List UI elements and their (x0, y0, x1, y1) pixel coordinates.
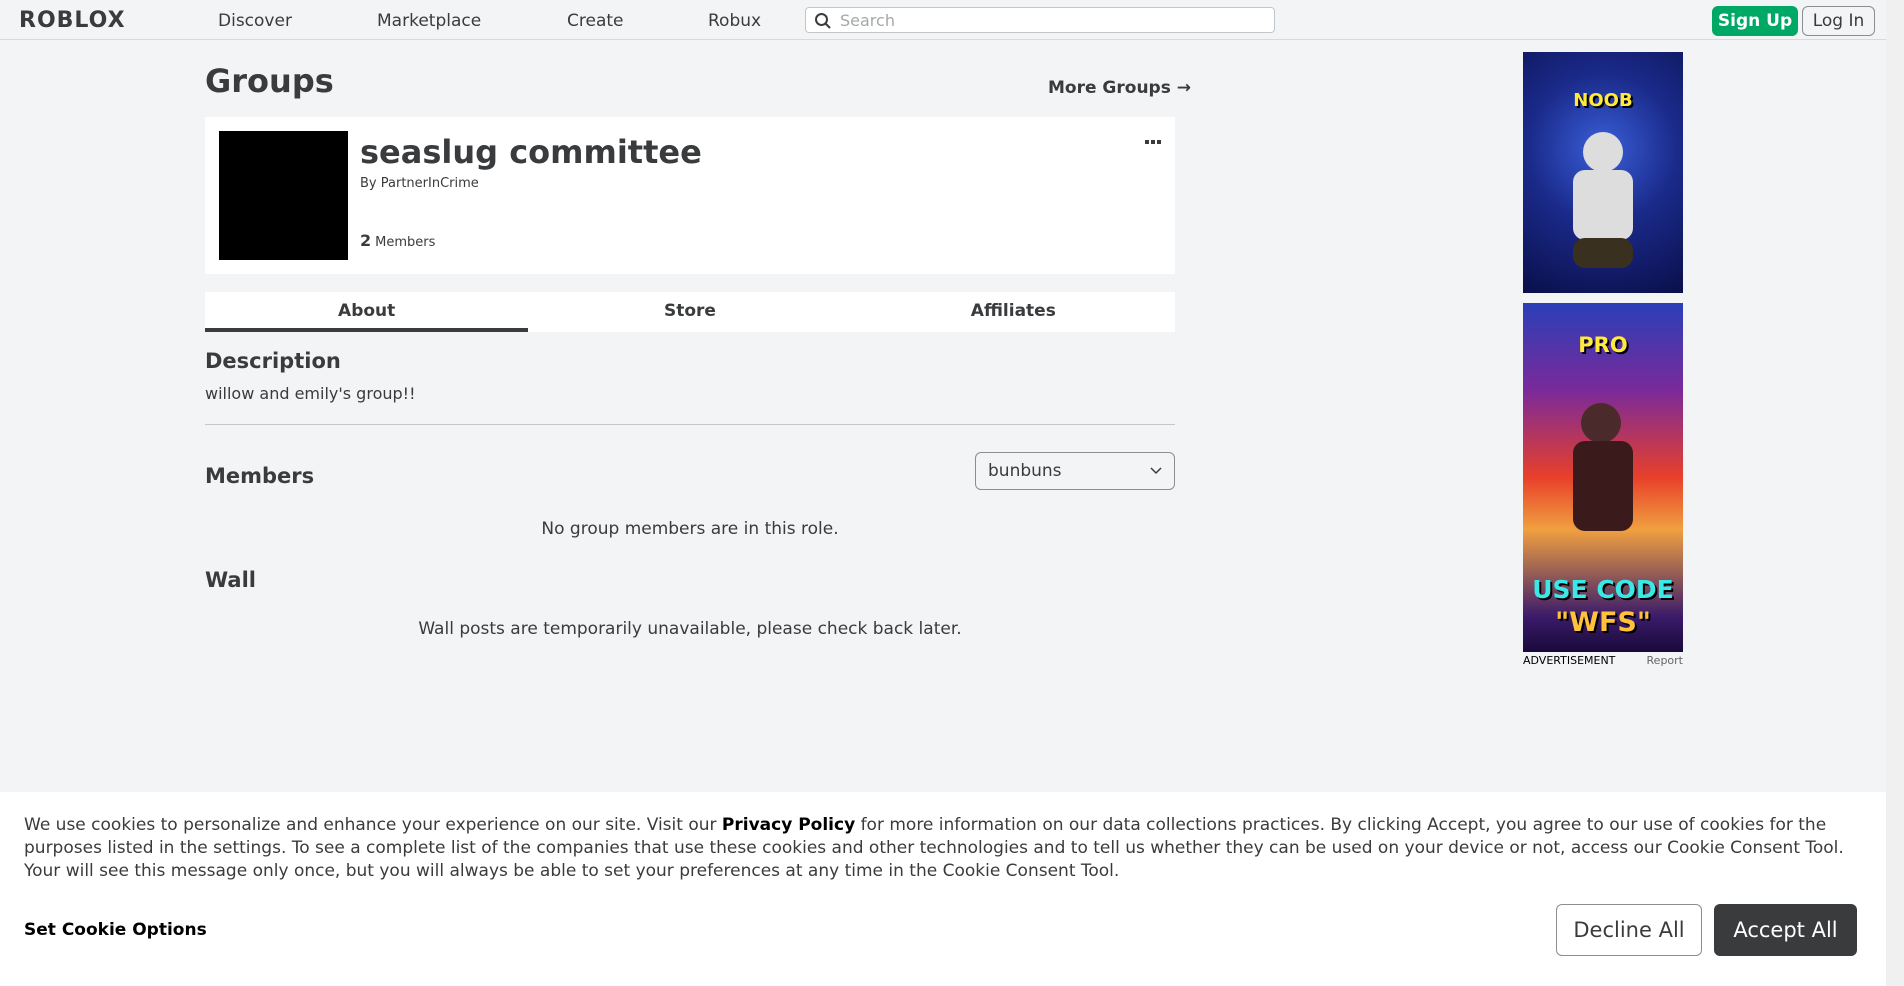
group-header-card: seaslug committee By PartnerInCrime 2 Mem… (205, 117, 1175, 274)
tab-store[interactable]: Store (528, 292, 851, 332)
advertisement-banner-top[interactable]: NOOB (1523, 52, 1683, 293)
no-members-message: No group members are in this role. (541, 519, 839, 539)
accept-all-button[interactable]: Accept All (1714, 904, 1857, 956)
ad-pro-figure-head (1581, 403, 1621, 443)
description-text: willow and emily's group!! (205, 384, 416, 403)
section-divider (205, 424, 1175, 425)
report-ad-link[interactable]: Report (1647, 654, 1683, 667)
member-count-value: 2 (360, 231, 372, 250)
ad-pro-figure-body (1573, 441, 1633, 531)
ad-use-code-text: USE CODE (1532, 575, 1674, 604)
more-groups-link[interactable]: More Groups → (1048, 78, 1191, 98)
top-navigation: ROBLOX Discover Marketplace Create Robux… (0, 0, 1886, 40)
tab-affiliates[interactable]: Affiliates (852, 292, 1175, 332)
roblox-logo[interactable]: ROBLOX (19, 8, 126, 33)
decline-all-button[interactable]: Decline All (1556, 904, 1702, 956)
page-title: Groups (205, 62, 334, 100)
page-scrollbar[interactable] (1886, 0, 1904, 986)
group-name: seaslug committee (360, 133, 702, 171)
member-count: 2 Members (360, 231, 435, 250)
ad-figure-legs (1573, 238, 1633, 268)
chevron-down-icon (1150, 467, 1162, 475)
member-count-label: Members (375, 235, 436, 250)
cookie-message: We use cookies to personalize and enhanc… (24, 814, 1854, 883)
role-dropdown-value: bunbuns (988, 461, 1062, 481)
description-title: Description (205, 349, 341, 373)
advertisement-banner-bottom[interactable]: PRO USE CODE "WFS" (1523, 303, 1683, 652)
group-owner: By PartnerInCrime (360, 176, 479, 191)
advertisement-label: ADVERTISEMENT (1523, 654, 1616, 667)
search-box[interactable] (805, 7, 1275, 33)
search-input[interactable] (840, 10, 1260, 30)
ad-code-text: "WFS" (1555, 607, 1651, 638)
nav-discover[interactable]: Discover (218, 11, 292, 31)
set-cookie-options-link[interactable]: Set Cookie Options (24, 920, 207, 940)
search-icon (815, 13, 831, 29)
ad-figure-body (1573, 170, 1633, 240)
privacy-policy-link[interactable]: Privacy Policy (722, 815, 855, 835)
nav-robux[interactable]: Robux (708, 11, 761, 31)
role-dropdown[interactable]: bunbuns (975, 452, 1175, 490)
cookie-text-start: We use cookies to personalize and enhanc… (24, 815, 722, 835)
more-options-icon[interactable] (1145, 129, 1165, 144)
cookie-banner: We use cookies to personalize and enhanc… (0, 792, 1886, 986)
members-title: Members (205, 464, 315, 488)
wall-message: Wall posts are temporarily unavailable, … (418, 619, 962, 639)
log-in-button[interactable]: Log In (1802, 6, 1875, 36)
owner-link[interactable]: PartnerInCrime (381, 176, 479, 191)
nav-marketplace[interactable]: Marketplace (377, 11, 481, 31)
ad-noob-text: NOOB (1573, 90, 1633, 111)
wall-title: Wall (205, 568, 256, 592)
nav-create[interactable]: Create (567, 11, 624, 31)
ad-pro-text: PRO (1578, 333, 1628, 357)
advertisement-footer: ADVERTISEMENT Report (1523, 654, 1683, 667)
group-tabs: About Store Affiliates (205, 292, 1175, 332)
sign-up-button[interactable]: Sign Up (1712, 6, 1798, 36)
tab-about[interactable]: About (205, 292, 529, 332)
ad-figure-head (1583, 132, 1623, 172)
group-emblem (219, 131, 348, 260)
owner-by-label: By (360, 176, 377, 191)
